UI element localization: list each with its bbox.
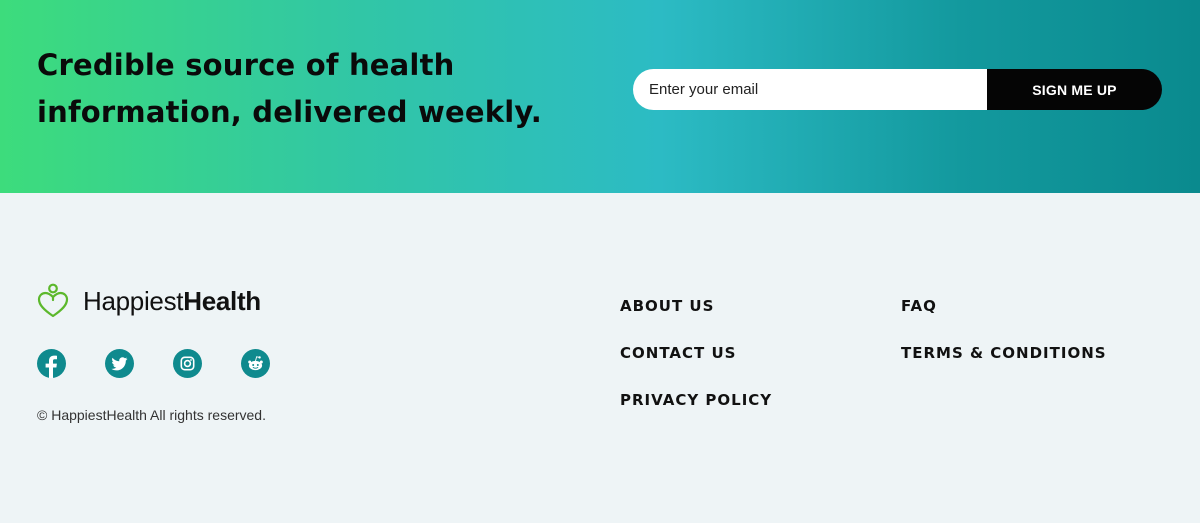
happiest-health-logo[interactable]: HappiestHealth — [37, 283, 261, 319]
twitter-link[interactable] — [105, 349, 134, 378]
newsletter-tagline: Credible source of health information, de… — [37, 42, 557, 136]
tagline-line-1: Credible source of health — [37, 48, 455, 82]
logo-text-bold: Health — [183, 285, 261, 316]
reddit-icon — [248, 356, 263, 371]
facebook-link[interactable] — [37, 349, 66, 378]
privacy-policy-link[interactable]: PRIVACY POLICY — [620, 391, 772, 438]
email-input[interactable] — [633, 69, 987, 110]
instagram-icon — [180, 356, 195, 371]
logo-wordmark: HappiestHealth — [83, 286, 261, 317]
social-links — [37, 349, 309, 378]
about-us-link[interactable]: ABOUT US — [620, 297, 772, 344]
sign-me-up-button[interactable]: SIGN ME UP — [987, 69, 1162, 110]
footer-links-column-2: FAQ TERMS & CONDITIONS — [901, 297, 1107, 391]
newsletter-signup-form: SIGN ME UP — [633, 69, 1162, 110]
footer-links-column-1: ABOUT US CONTACT US PRIVACY POLICY — [620, 297, 772, 438]
facebook-icon — [45, 355, 57, 378]
terms-conditions-link[interactable]: TERMS & CONDITIONS — [901, 344, 1107, 391]
instagram-link[interactable] — [173, 349, 202, 378]
twitter-icon — [111, 357, 128, 371]
faq-link[interactable]: FAQ — [901, 297, 1107, 344]
newsletter-banner: Credible source of health information, de… — [0, 0, 1200, 193]
reddit-link[interactable] — [241, 349, 270, 378]
copyright-text: © HappiestHealth All rights reserved. — [37, 407, 266, 423]
contact-us-link[interactable]: CONTACT US — [620, 344, 772, 391]
heart-person-icon — [37, 283, 69, 318]
site-footer: HappiestHealth © HappiestHealth All righ… — [0, 193, 1200, 523]
tagline-line-2: information, delivered weekly. — [37, 95, 543, 129]
logo-text-regular: Happiest — [83, 285, 184, 316]
